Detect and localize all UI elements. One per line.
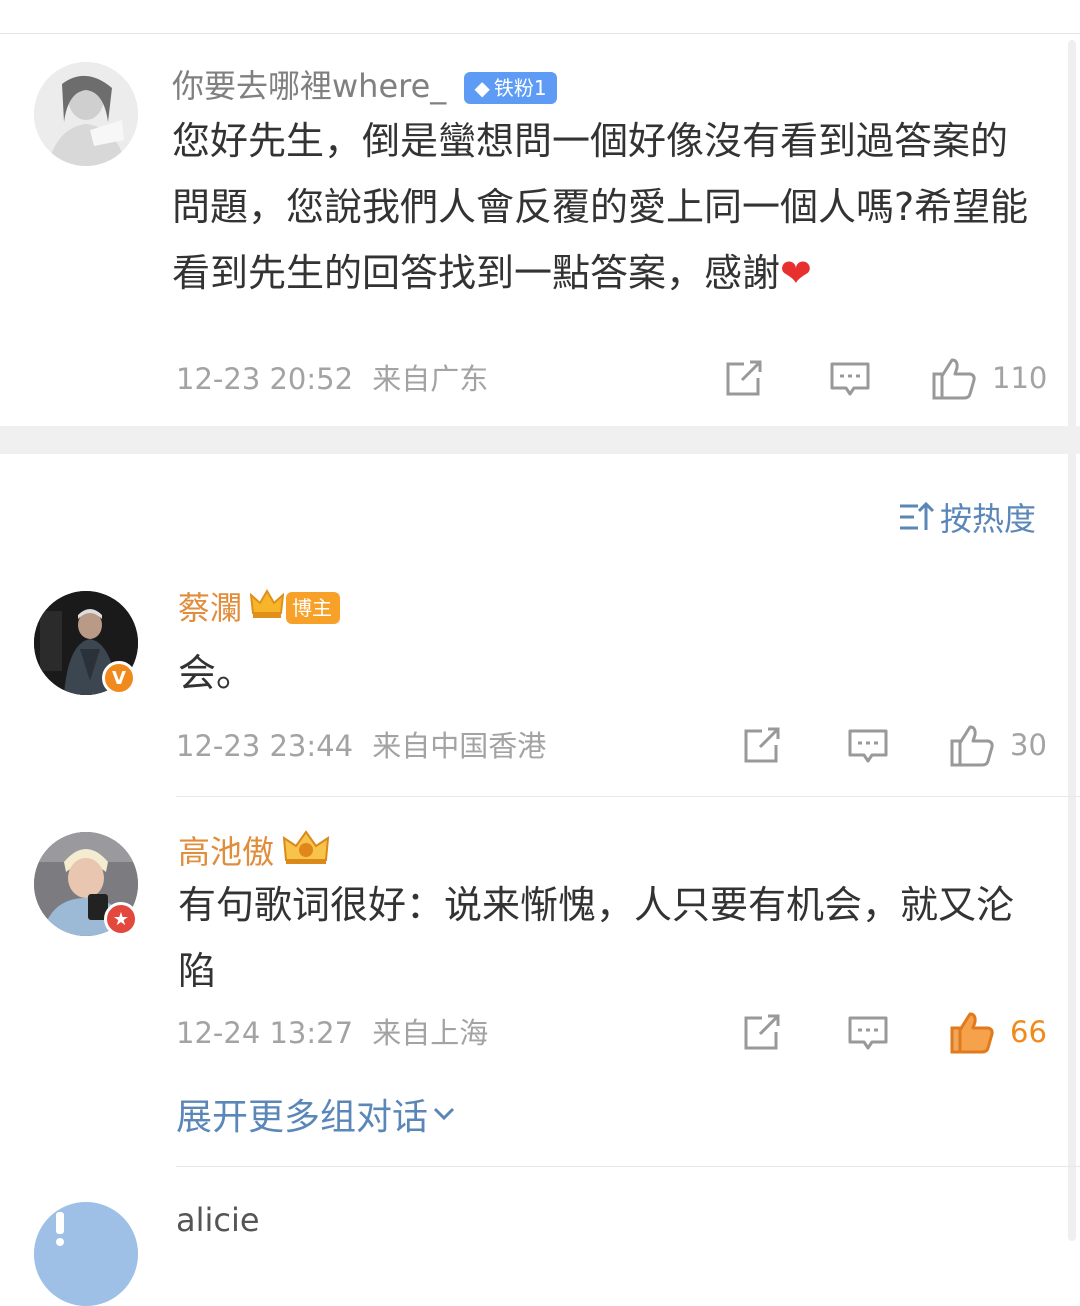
comment-text: 有句歌词很好：说来惭愧，人只要有机会，就又沦陷 [178, 883, 1015, 993]
sort-label: 按热度 [940, 500, 1037, 538]
thumbs-up-liked-icon [950, 1012, 994, 1054]
comment-avatar[interactable] [34, 1202, 138, 1306]
comment-location: 来自上海 [372, 1016, 489, 1050]
comment-meta: 12-24 13:27 来自上海 [176, 1015, 488, 1051]
comment-like-count: 30 [1010, 728, 1047, 762]
section-separator [0, 426, 1080, 454]
host-badge: 博主 [286, 592, 341, 624]
share-icon [726, 360, 762, 396]
post-location: 来自广东 [372, 362, 489, 396]
comment-like-button[interactable]: 30 [948, 723, 1047, 767]
post-comment-button[interactable] [828, 360, 872, 404]
comment-location: 来自中国香港 [372, 729, 547, 763]
comment-divider [176, 796, 1080, 797]
expand-label: 展开更多组对话 [176, 1097, 429, 1138]
post-share-button[interactable] [722, 358, 766, 404]
comment-reply-button[interactable] [846, 1014, 890, 1058]
fan-badge: ◆ 铁粉1 [464, 72, 557, 104]
share-icon [744, 727, 780, 763]
verified-v-icon: V [102, 661, 136, 695]
heart-emoji-icon: ❤ [780, 251, 812, 295]
comment-username-row: 高池傲 [178, 828, 330, 875]
member-star-icon: ★ [104, 902, 138, 936]
post-text-block: 您好先生，倒是蠻想問一個好像沒有看到過答案的問題，您說我們人會反覆的愛上同一個人… [172, 108, 1042, 306]
crown-icon [249, 588, 285, 628]
post-username[interactable]: 你要去哪裡where_ [172, 67, 446, 105]
comment-like-count: 66 [1010, 1015, 1047, 1049]
comment-icon [848, 729, 888, 763]
sort-icon [900, 501, 935, 530]
comment-share-button[interactable] [740, 1012, 784, 1058]
post-username-row: 你要去哪裡where_ ◆ 铁粉1 [172, 66, 557, 106]
post-avatar[interactable] [34, 62, 138, 166]
sort-by-hot-button[interactable]: 按热度 [898, 494, 1036, 540]
scrollbar[interactable] [1068, 40, 1076, 1241]
comment-reply-button[interactable] [846, 727, 890, 771]
comment-like-button[interactable]: 66 [948, 1010, 1047, 1054]
comment-divider [176, 1166, 1080, 1167]
post-meta: 12-23 20:52 来自广东 [176, 361, 488, 397]
comment-share-button[interactable] [740, 725, 784, 771]
comment-username[interactable]: alicie [176, 1200, 260, 1240]
crown-icon [282, 828, 330, 875]
top-divider [0, 33, 1080, 34]
diamond-icon: ◆ [474, 76, 490, 100]
post-like-button[interactable]: 110 [930, 356, 1047, 400]
comment-meta: 12-23 23:44 来自中国香港 [176, 728, 546, 764]
comment-username[interactable]: 高池傲 [178, 832, 274, 872]
post-time: 12-23 20:52 [176, 362, 354, 396]
chevron-down-icon [433, 1107, 455, 1121]
expand-more-button[interactable]: 展开更多组对话 [176, 1088, 456, 1140]
comment-text: 会。 [178, 651, 255, 695]
comment-username[interactable]: 蔡瀾 [178, 588, 242, 628]
post-like-count: 110 [992, 361, 1048, 395]
thumbs-up-icon [932, 358, 976, 400]
post-text: 您好先生，倒是蠻想問一個好像沒有看到過答案的問題，您說我們人會反覆的愛上同一個人… [172, 119, 1029, 295]
comment-time: 12-23 23:44 [176, 729, 354, 763]
comment-username-row: 蔡瀾 博主 [178, 588, 341, 628]
comment-icon [848, 1016, 888, 1050]
thumbs-up-icon [950, 725, 994, 767]
comment-time: 12-24 13:27 [176, 1016, 354, 1050]
comment-icon [830, 362, 870, 396]
avatar-image [34, 1202, 138, 1306]
share-icon [744, 1014, 780, 1050]
avatar-image [34, 62, 138, 166]
